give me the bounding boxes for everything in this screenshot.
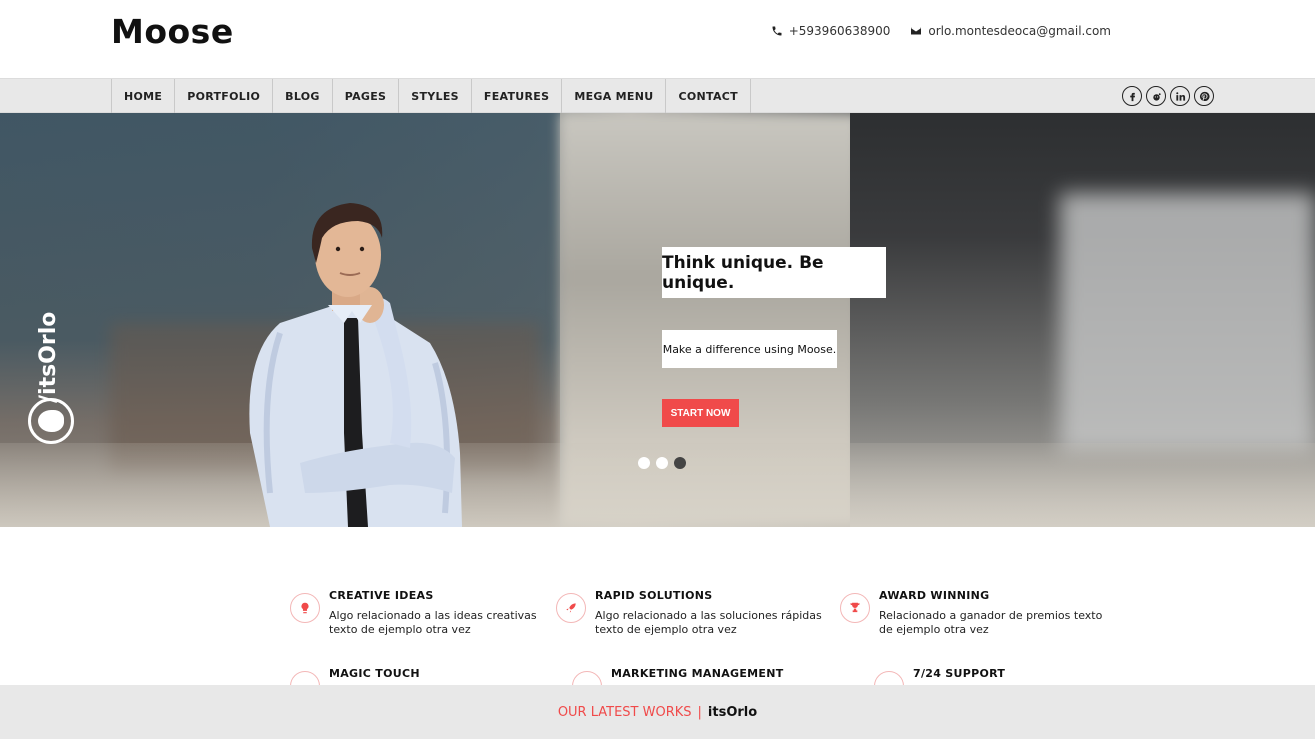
slider-pagination — [638, 457, 686, 469]
site-logo[interactable]: Moose — [111, 12, 234, 51]
feature-title: MARKETING MANAGEMENT — [611, 667, 784, 680]
latest-works-label[interactable]: OUR LATEST WORKS — [558, 705, 692, 720]
latest-works-brand: itsOrlo — [707, 704, 758, 720]
features-section: CREATIVE IDEAS Algo relacionado a las id… — [0, 527, 1315, 701]
watermark-text: /itsOrlo — [36, 311, 61, 403]
reddit-icon[interactable] — [1146, 86, 1166, 106]
mail-icon — [911, 27, 922, 35]
hero-bg-floor — [0, 443, 1315, 527]
nav-item-features[interactable]: FEATURES — [472, 79, 563, 113]
phone-icon — [772, 26, 782, 36]
latest-works-separator: | — [697, 704, 702, 720]
social-links — [1122, 86, 1214, 106]
lightbulb-icon — [290, 593, 320, 623]
rocket-icon — [556, 593, 586, 623]
facebook-icon[interactable] — [1122, 86, 1142, 106]
feature-description: Relacionado a ganador de premios texto d… — [879, 609, 1103, 636]
trophy-icon — [840, 593, 870, 623]
nav-item-home[interactable]: HOME — [112, 79, 176, 113]
nav-item-contact[interactable]: CONTACT — [666, 79, 751, 113]
nav-item-styles[interactable]: STYLES — [399, 79, 472, 113]
feature-description: Algo relacionado a las ideas creativas t… — [329, 609, 537, 636]
nav-item-portfolio[interactable]: PORTFOLIO — [175, 79, 274, 113]
nav-item-blog[interactable]: BLOG — [273, 79, 333, 113]
feature-title: CREATIVE IDEAS — [329, 589, 434, 602]
start-now-button[interactable]: START NOW — [662, 399, 739, 427]
businessman-image — [249, 203, 462, 527]
phone-number[interactable]: +593960638900 — [789, 24, 891, 38]
pinterest-icon[interactable] — [1194, 86, 1214, 106]
header: Moose +593960638900 orlo.montesdeoca@gma… — [0, 0, 1315, 78]
contact-info: +593960638900 orlo.montesdeoca@gmail.com — [771, 24, 1111, 38]
hero-slider: /itsOrlo Think unique. Be unique. Make a… — [0, 113, 1315, 527]
feature-title: AWARD WINNING — [879, 589, 990, 602]
linkedin-icon[interactable] — [1170, 86, 1190, 106]
feature-title: RAPID SOLUTIONS — [595, 589, 713, 602]
main-navbar: HOME PORTFOLIO BLOG PAGES STYLES FEATURE… — [0, 78, 1315, 113]
feature-description: Algo relacionado a las soluciones rápida… — [595, 609, 822, 636]
slider-dot-2[interactable] — [656, 457, 668, 469]
email-address[interactable]: orlo.montesdeoca@gmail.com — [928, 24, 1111, 38]
nav-item-pages[interactable]: PAGES — [333, 79, 400, 113]
slider-dot-1[interactable] — [638, 457, 650, 469]
feature-title: MAGIC TOUCH — [329, 667, 420, 680]
main-menu: HOME PORTFOLIO BLOG PAGES STYLES FEATURE… — [111, 79, 751, 113]
nav-item-mega-menu[interactable]: MEGA MENU — [562, 79, 667, 113]
hero-subline: Make a difference using Moose. — [662, 330, 837, 368]
watermark-logo-icon — [28, 398, 74, 444]
hero-headline: Think unique. Be unique. — [662, 247, 886, 298]
slider-dot-3[interactable] — [674, 457, 686, 469]
feature-title: 7/24 SUPPORT — [913, 667, 1006, 680]
hero-bg-window — [1060, 193, 1315, 453]
latest-works-bar: OUR LATEST WORKS | itsOrlo — [0, 685, 1315, 739]
